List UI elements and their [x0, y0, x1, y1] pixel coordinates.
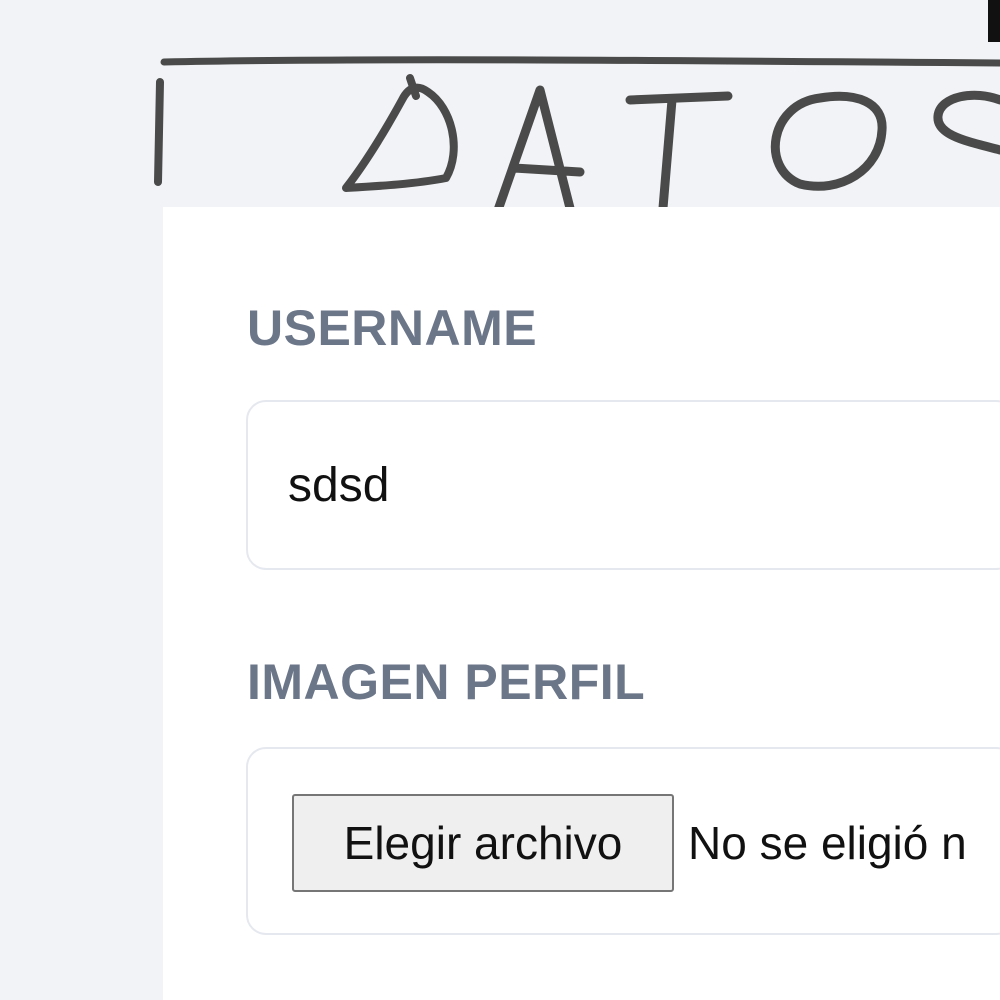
sketch-letter-d [342, 74, 458, 192]
sketch-letter-t [625, 91, 733, 225]
sketch-letter-o [770, 91, 887, 191]
sketch-top-rule [160, 56, 1000, 67]
profile-image-label: IMAGEN PERFIL [247, 654, 646, 710]
username-field[interactable] [246, 400, 1000, 570]
page: USERNAME IMAGEN PERFIL Elegir archivo No… [0, 0, 1000, 1000]
form-card: USERNAME IMAGEN PERFIL Elegir archivo No… [163, 207, 1000, 1000]
choose-file-button[interactable]: Elegir archivo [292, 794, 674, 892]
profile-image-field: Elegir archivo No se eligió n [246, 747, 1000, 935]
sketch-left-tick [154, 78, 164, 186]
username-label: USERNAME [247, 300, 538, 356]
handwritten-title-sketch [154, 56, 1000, 225]
file-status-text: No se eligió n [688, 817, 967, 869]
sketch-letter-s [933, 90, 1000, 155]
username-input[interactable] [288, 402, 1000, 568]
sketch-letter-a [493, 85, 585, 221]
